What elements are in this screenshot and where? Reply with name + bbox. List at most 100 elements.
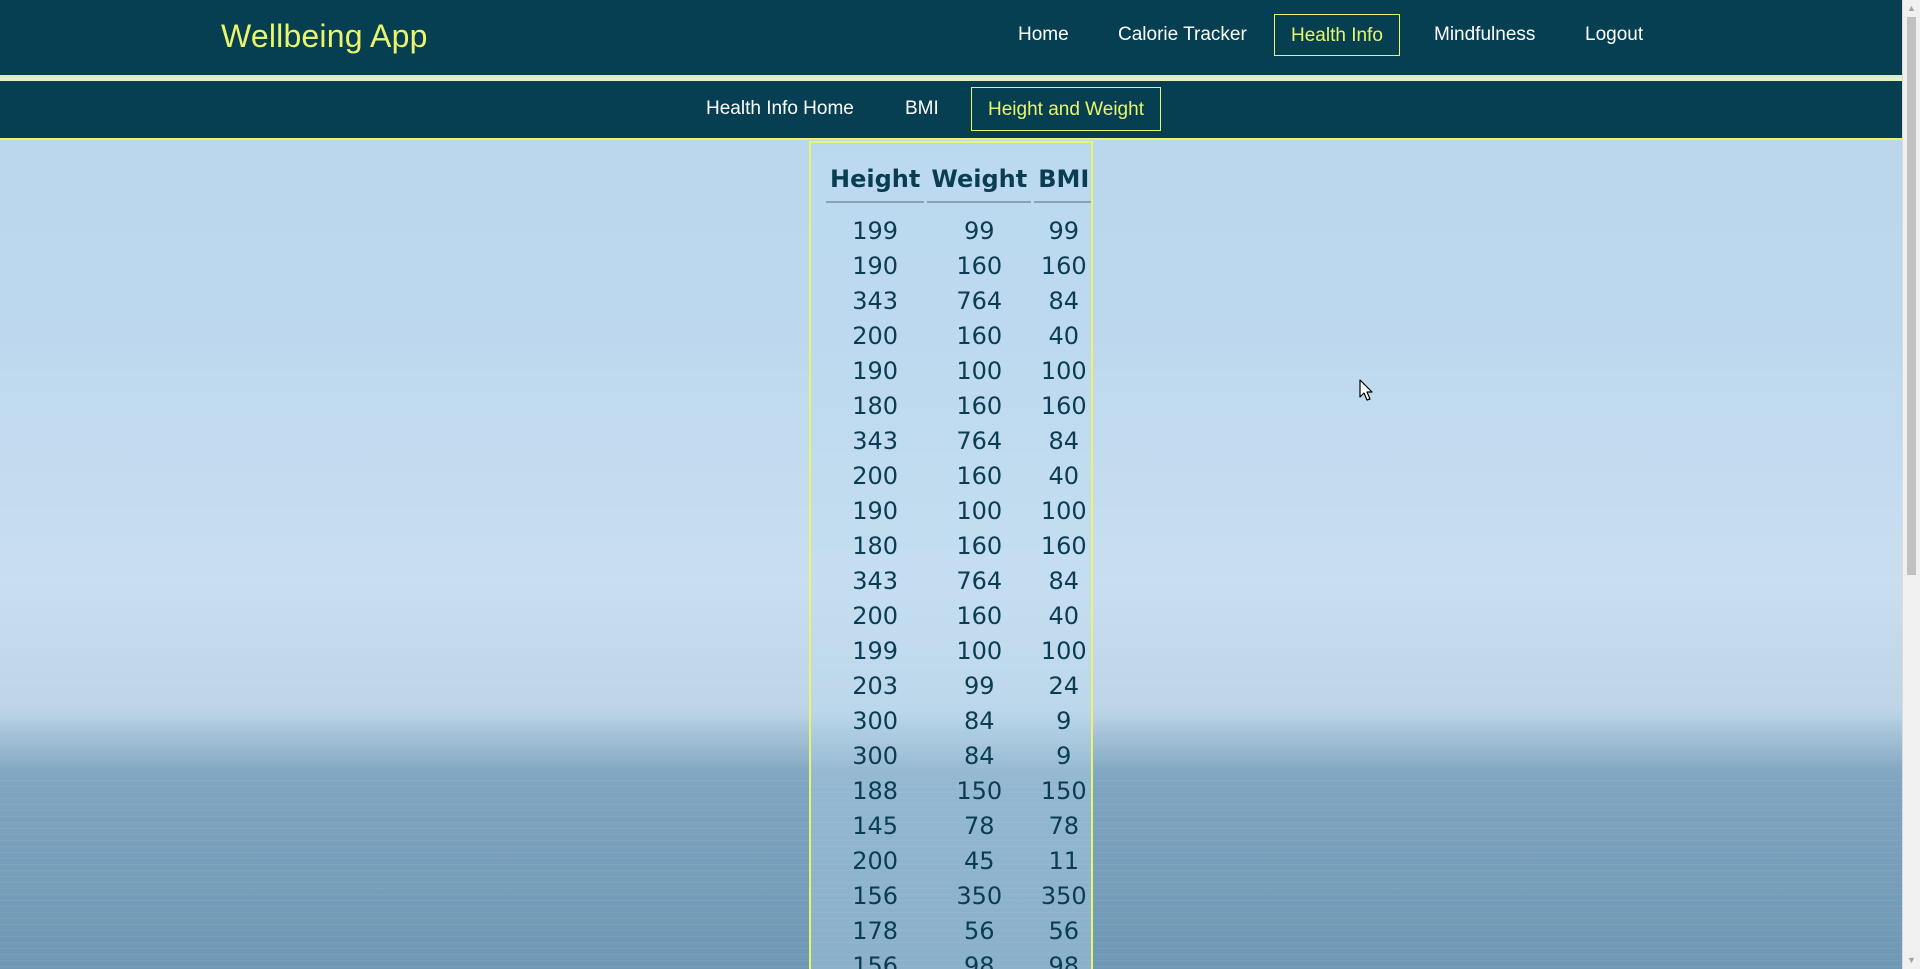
cell-height: 300 <box>852 741 899 770</box>
cell-height: 200 <box>852 601 899 630</box>
cell-weight: 100 <box>956 356 1003 385</box>
height-weight-panel: Height Weight BMI 199 99 99 190 160 160 343 764… <box>809 141 1093 969</box>
table-row: 180 160 160 <box>826 388 1091 423</box>
table-row: 156 98 98 <box>826 948 1091 969</box>
cell-bmi: 84 <box>1048 286 1080 315</box>
cell-height: 300 <box>852 706 899 735</box>
cell-height: 180 <box>852 391 899 420</box>
table-row: 145 78 78 <box>826 808 1091 843</box>
cell-bmi: 100 <box>1040 496 1087 525</box>
cell-bmi: 78 <box>1048 811 1080 840</box>
mouse-pointer-icon <box>1359 379 1373 401</box>
sub-navbar: Health Info Home BMI Height and Weight <box>0 81 1902 140</box>
brand-title[interactable]: Wellbeing App <box>221 18 428 55</box>
cell-height: 190 <box>852 356 899 385</box>
cell-height: 156 <box>852 881 899 910</box>
table-row: 200 160 40 <box>826 458 1091 493</box>
table-row: 199 100 100 <box>826 633 1091 668</box>
nav-logout[interactable]: Logout <box>1569 14 1659 56</box>
cell-bmi: 11 <box>1048 846 1080 875</box>
cell-bmi: 160 <box>1040 531 1087 560</box>
cell-weight: 78 <box>963 811 995 840</box>
cell-bmi: 160 <box>1040 251 1087 280</box>
table-row: 200 160 40 <box>826 598 1091 633</box>
cell-bmi: 9 <box>1056 741 1072 770</box>
cell-weight: 160 <box>956 321 1003 350</box>
cell-weight: 84 <box>963 706 995 735</box>
cell-height: 203 <box>852 671 899 700</box>
table-row: 188 150 150 <box>826 773 1091 808</box>
table-row: 178 56 56 <box>826 913 1091 948</box>
top-navbar: Wellbeing App Home Calorie Tracker Healt… <box>0 0 1902 75</box>
table-row: 200 45 11 <box>826 843 1091 878</box>
table-row: 200 160 40 <box>826 318 1091 353</box>
scroll-down-arrow-icon[interactable]: ▼ <box>1903 952 1920 969</box>
table-row: 199 99 99 <box>826 203 1091 248</box>
subnav-health-info-home[interactable]: Health Info Home <box>690 87 870 131</box>
table-header-row: Height Weight BMI <box>826 161 1091 203</box>
cell-weight: 150 <box>956 776 1003 805</box>
subnav-bmi[interactable]: BMI <box>889 87 955 131</box>
column-header-height: Height <box>826 161 925 203</box>
cell-height: 343 <box>852 566 899 595</box>
cell-bmi: 84 <box>1048 426 1080 455</box>
cell-bmi: 40 <box>1048 321 1080 350</box>
cell-bmi: 350 <box>1040 881 1087 910</box>
nav-calorie-tracker[interactable]: Calorie Tracker <box>1102 14 1263 56</box>
cell-height: 200 <box>852 321 899 350</box>
cell-weight: 84 <box>963 741 995 770</box>
cell-height: 178 <box>852 916 899 945</box>
cell-height: 190 <box>852 496 899 525</box>
scroll-up-arrow-icon[interactable]: ▲ <box>1903 0 1920 17</box>
cell-height: 199 <box>852 216 899 245</box>
page-scrollbar[interactable]: ▲ ▼ <box>1902 0 1920 969</box>
table-row: 300 84 9 <box>826 703 1091 738</box>
cell-weight: 45 <box>963 846 995 875</box>
cell-bmi: 56 <box>1048 916 1080 945</box>
cell-weight: 56 <box>963 916 995 945</box>
column-header-bmi: BMI <box>1034 161 1091 203</box>
cell-bmi: 24 <box>1048 671 1080 700</box>
cell-height: 343 <box>852 286 899 315</box>
cell-bmi: 98 <box>1048 951 1080 969</box>
table-row: 190 100 100 <box>826 353 1091 388</box>
cell-weight: 160 <box>956 391 1003 420</box>
cell-weight: 764 <box>956 566 1003 595</box>
table-row: 343 764 84 <box>826 563 1091 598</box>
cell-bmi: 150 <box>1040 776 1087 805</box>
column-header-weight: Weight <box>927 161 1032 203</box>
table-row: 343 764 84 <box>826 283 1091 318</box>
cell-bmi: 40 <box>1048 461 1080 490</box>
cell-weight: 160 <box>956 531 1003 560</box>
table-row: 190 100 100 <box>826 493 1091 528</box>
cell-height: 190 <box>852 251 899 280</box>
subnav-height-and-weight[interactable]: Height and Weight <box>971 87 1161 131</box>
cell-height: 145 <box>852 811 899 840</box>
cell-weight: 99 <box>963 216 995 245</box>
table-body: 199 99 99 190 160 160 343 764 84 200 160 40 190 100 10… <box>826 203 1091 969</box>
scrollbar-thumb[interactable] <box>1907 17 1916 575</box>
cell-weight: 764 <box>956 286 1003 315</box>
table-row: 343 764 84 <box>826 423 1091 458</box>
cell-height: 200 <box>852 461 899 490</box>
table-row: 190 160 160 <box>826 248 1091 283</box>
table-row: 203 99 24 <box>826 668 1091 703</box>
cell-bmi: 100 <box>1040 356 1087 385</box>
nav-health-info[interactable]: Health Info <box>1274 14 1400 56</box>
cell-weight: 98 <box>963 951 995 969</box>
cell-weight: 160 <box>956 601 1003 630</box>
height-weight-table: Height Weight BMI 199 99 99 190 160 160 343 764… <box>823 161 1091 969</box>
cell-height: 180 <box>852 531 899 560</box>
nav-home[interactable]: Home <box>1002 14 1085 56</box>
nav-mindfulness[interactable]: Mindfulness <box>1418 14 1551 56</box>
cell-bmi: 100 <box>1040 636 1087 665</box>
cell-height: 199 <box>852 636 899 665</box>
cell-weight: 100 <box>956 496 1003 525</box>
cell-bmi: 9 <box>1056 706 1072 735</box>
cell-bmi: 99 <box>1048 216 1080 245</box>
table-row: 180 160 160 <box>826 528 1091 563</box>
cell-height: 343 <box>852 426 899 455</box>
cell-weight: 99 <box>963 671 995 700</box>
cell-weight: 350 <box>956 881 1003 910</box>
cell-bmi: 40 <box>1048 601 1080 630</box>
